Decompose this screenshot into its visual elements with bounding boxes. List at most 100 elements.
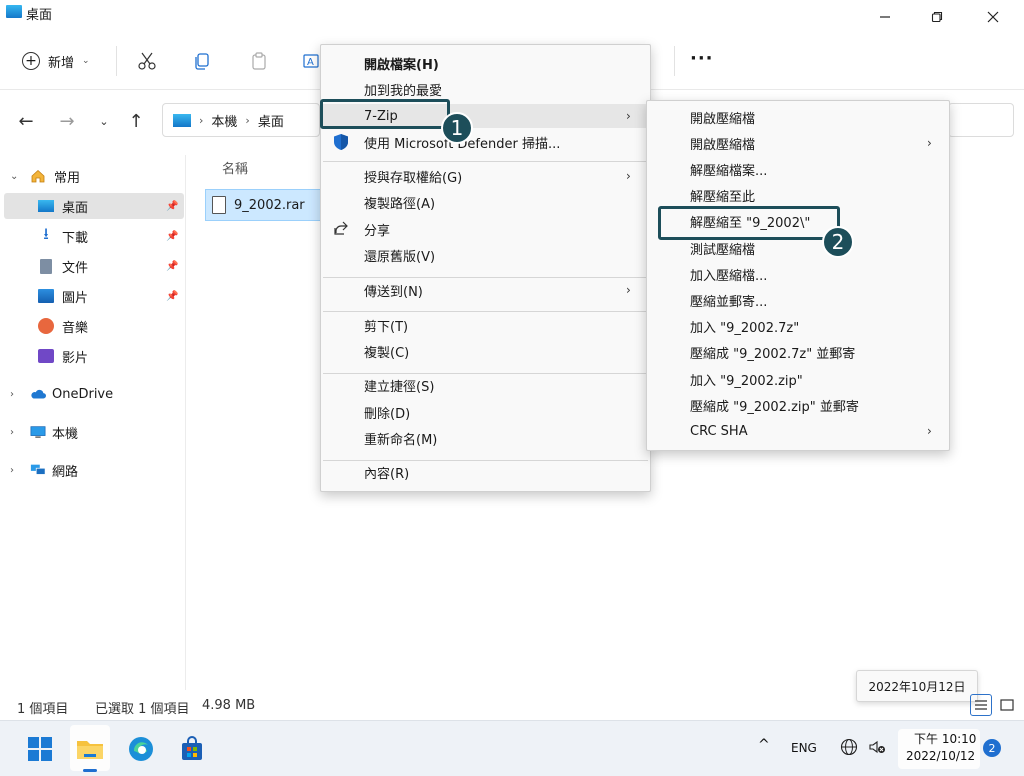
home-icon bbox=[30, 168, 46, 184]
status-bar: 1 個項目 已選取 1 個項目 4.98 MB bbox=[0, 696, 1024, 718]
context-menu-item[interactable]: 複製路徑(A) bbox=[321, 190, 650, 214]
context-menu-item[interactable]: 傳送到(N) › bbox=[321, 278, 650, 302]
search-box[interactable] bbox=[948, 103, 1014, 137]
breadcrumb-this-pc[interactable]: 本機 bbox=[211, 111, 237, 130]
sidebar-item-quick-access[interactable]: ⌄ 常用 bbox=[0, 163, 184, 189]
7zip-menu-item[interactable]: CRC SHA › bbox=[647, 419, 949, 443]
minimize-button[interactable] bbox=[860, 0, 910, 34]
address-bar[interactable]: › 本機 › 桌面 bbox=[162, 103, 320, 137]
new-button[interactable]: + 新增 ⌄ bbox=[22, 48, 90, 74]
chevron-down-icon: ⌄ bbox=[82, 56, 90, 66]
notification-count-badge[interactable]: 2 bbox=[983, 739, 1001, 757]
highlight-7zip bbox=[320, 99, 450, 129]
submenu-chevron-icon: › bbox=[626, 109, 631, 123]
status-selected-size: 4.98 MB bbox=[202, 698, 256, 713]
sidebar-item-downloads[interactable]: ⭳ 下載 📌 bbox=[0, 223, 184, 249]
7zip-menu-item[interactable]: 壓縮成 "9_2002.7z" 並郵寄 bbox=[647, 341, 949, 365]
file-name: 9_2002.rar bbox=[234, 197, 305, 213]
7zip-menu-item-label: CRC SHA bbox=[690, 423, 748, 439]
sidebar-item-documents[interactable]: 文件 📌 bbox=[0, 253, 184, 279]
file-item[interactable]: 9_2002.rar bbox=[205, 189, 323, 221]
status-selected-count: 已選取 1 個項目 bbox=[95, 702, 190, 717]
7zip-menu-item-label: 加入 "9_2002.zip" bbox=[690, 373, 803, 389]
recent-locations-chevron-icon[interactable]: ⌄ bbox=[92, 109, 116, 133]
7zip-menu-item[interactable]: 壓縮並郵寄... bbox=[647, 288, 949, 312]
breadcrumb-desktop[interactable]: 桌面 bbox=[258, 111, 284, 130]
windows-start-icon[interactable] bbox=[26, 735, 54, 763]
speaker-muted-icon[interactable] bbox=[868, 738, 886, 759]
sidebar-item-videos[interactable]: 影片 bbox=[0, 343, 184, 369]
tiles-view-button[interactable] bbox=[996, 694, 1018, 716]
clock-date: 2022/10/12 bbox=[906, 749, 976, 763]
context-menu-item-label: 建立捷徑(S) bbox=[364, 379, 435, 395]
7zip-menu-item[interactable]: 加入壓縮檔... bbox=[647, 262, 949, 286]
details-view-button[interactable] bbox=[970, 694, 992, 716]
expand-chevron-icon[interactable]: › bbox=[10, 389, 14, 400]
context-menu-item-label: 分享 bbox=[364, 223, 391, 239]
rename-icon[interactable]: A bbox=[300, 50, 322, 72]
cut-icon[interactable] bbox=[136, 50, 158, 72]
tray-overflow-chevron-icon[interactable]: ^ bbox=[758, 737, 770, 753]
context-menu-item[interactable]: 授與存取權給(G) › bbox=[321, 164, 650, 188]
7zip-menu-item[interactable]: 壓縮成 "9_2002.zip" 並郵寄 bbox=[647, 393, 949, 417]
forward-arrow-icon[interactable]: → bbox=[55, 109, 79, 133]
context-menu-item-label: 複製(C) bbox=[364, 345, 410, 361]
context-menu-item[interactable]: 開啟檔案(H) bbox=[321, 51, 650, 75]
sidebar-item-pictures[interactable]: 圖片 📌 bbox=[0, 283, 184, 309]
7zip-menu-item[interactable]: 加入 "9_2002.zip" bbox=[647, 367, 949, 391]
maximize-button[interactable] bbox=[912, 0, 962, 34]
store-icon[interactable] bbox=[178, 735, 206, 763]
7zip-menu-item[interactable]: 加入 "9_2002.7z" bbox=[647, 315, 949, 339]
paste-icon[interactable] bbox=[248, 50, 270, 72]
copy-icon[interactable] bbox=[191, 50, 213, 72]
sidebar-item-onedrive[interactable]: › OneDrive bbox=[0, 381, 184, 407]
submenu-chevron-icon: › bbox=[927, 136, 932, 151]
sidebar-item-label: 桌面 bbox=[62, 200, 89, 216]
sidebar-item-this-pc[interactable]: › 本機 bbox=[0, 419, 184, 445]
7zip-menu-item[interactable]: 解壓縮檔案... bbox=[647, 157, 949, 181]
7zip-menu-item[interactable]: 開啟壓縮檔 › bbox=[647, 131, 949, 155]
title-bar: 桌面 bbox=[0, 0, 1024, 34]
context-menu-item[interactable]: 重新命名(M) bbox=[321, 426, 650, 450]
context-menu-item-label: 傳送到(N) bbox=[364, 284, 423, 300]
context-menu-item[interactable]: 使用 Microsoft Defender 掃描... bbox=[321, 130, 650, 154]
context-menu-item[interactable]: 還原舊版(V) bbox=[321, 243, 650, 267]
sidebar-item-label: 圖片 bbox=[62, 290, 89, 306]
details-view-icon bbox=[975, 700, 987, 710]
document-icon bbox=[38, 258, 54, 274]
close-button[interactable] bbox=[968, 0, 1018, 34]
file-explorer-icon[interactable] bbox=[76, 735, 104, 763]
7zip-menu-item[interactable]: 開啟壓縮檔 bbox=[647, 105, 949, 129]
active-app-indicator bbox=[83, 769, 97, 772]
navigation-pane: ⌄ 常用 桌面 📌 ⭳ 下載 📌 文件 📌 圖片 📌 音樂 影片 › OneDr… bbox=[0, 155, 186, 690]
edge-icon[interactable] bbox=[127, 735, 155, 763]
context-menu-item[interactable]: 分享 bbox=[321, 217, 650, 241]
7zip-menu-item-label: 解壓縮檔案... bbox=[690, 163, 768, 179]
context-menu-item[interactable]: 建立捷徑(S) bbox=[321, 373, 650, 397]
expand-chevron-icon[interactable]: › bbox=[10, 465, 14, 476]
sidebar-item-network[interactable]: › 網路 bbox=[0, 457, 184, 483]
submenu-chevron-icon: › bbox=[626, 283, 631, 297]
context-menu-item[interactable]: 加到我的最愛 bbox=[321, 77, 650, 101]
network-globe-icon[interactable] bbox=[840, 738, 858, 759]
back-arrow-icon[interactable]: ← bbox=[14, 109, 38, 133]
tiles-view-icon bbox=[1000, 699, 1014, 711]
context-menu-item[interactable]: 剪下(T) bbox=[321, 313, 650, 337]
restore-icon bbox=[931, 11, 943, 23]
expand-chevron-icon[interactable]: ⌄ bbox=[10, 171, 18, 182]
desktop-icon bbox=[38, 198, 54, 214]
7zip-menu-item-label: 壓縮成 "9_2002.zip" 並郵寄 bbox=[690, 399, 859, 415]
sidebar-item-music[interactable]: 音樂 bbox=[0, 313, 184, 339]
context-menu-item[interactable]: 內容(R) bbox=[321, 460, 650, 484]
7zip-menu-item-label: 壓縮並郵寄... bbox=[690, 294, 768, 310]
toolbar-divider bbox=[116, 46, 117, 76]
context-menu-item[interactable]: 複製(C) bbox=[321, 339, 650, 363]
input-language-indicator[interactable]: ENG bbox=[791, 741, 817, 755]
7zip-menu-item[interactable]: 解壓縮至此 bbox=[647, 184, 949, 208]
column-header-name[interactable]: 名稱 bbox=[222, 158, 248, 177]
context-menu-item[interactable]: 刪除(D) bbox=[321, 400, 650, 424]
sidebar-item-desktop[interactable]: 桌面 📌 bbox=[4, 193, 184, 219]
up-arrow-icon[interactable]: ↑ bbox=[124, 109, 148, 133]
more-options-button[interactable]: ··· bbox=[690, 48, 714, 69]
expand-chevron-icon[interactable]: › bbox=[10, 427, 14, 438]
